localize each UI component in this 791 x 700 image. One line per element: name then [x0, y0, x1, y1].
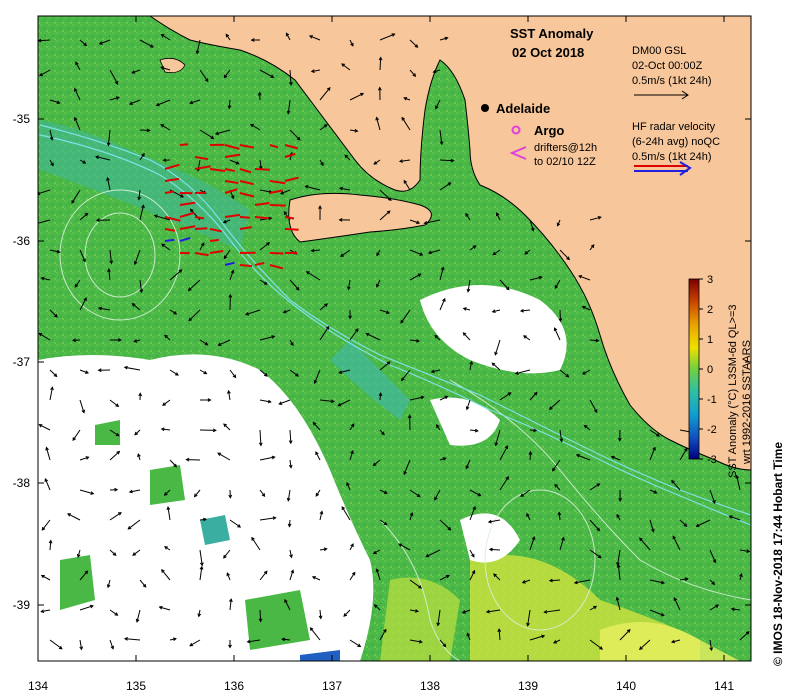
- gsl-legend-scale: 0.5m/s (1kt 24h): [632, 75, 711, 87]
- colorbar-tick-label: -3: [707, 454, 717, 466]
- hf-legend-title: HF radar velocity: [632, 121, 716, 133]
- colorbar-tick-label: 3: [707, 274, 713, 286]
- hf-radar-arrow: [179, 143, 189, 146]
- colorbar-reference: wrt 1992-2016 SSTAARS: [741, 340, 753, 465]
- adelaide-marker: [481, 104, 489, 112]
- colorbar: [688, 278, 700, 460]
- argo-label: Argo: [534, 123, 564, 138]
- hf-legend-scale: 0.5m/s (1kt 24h): [632, 151, 711, 163]
- x-tick-label: 141: [714, 679, 734, 693]
- hf-radar-arrow: [194, 216, 205, 220]
- colorbar-tick-label: 0: [707, 364, 713, 376]
- hf-radar-arrow: [284, 228, 299, 231]
- x-tick-label: 139: [518, 679, 538, 693]
- hf-radar-arrow: [239, 264, 253, 268]
- credit-text: © IMOS 18-Nov-2018 17:44 Hobart Time: [771, 442, 785, 666]
- x-tick-label: 138: [420, 679, 440, 693]
- hf-radar-arrow: [254, 168, 270, 171]
- hf-radar-arrow: [164, 238, 175, 242]
- hf-radar-arrow: [194, 227, 208, 230]
- hf-radar-arrow: [254, 216, 269, 220]
- colorbar-tick-label: 1: [707, 334, 713, 346]
- gsl-legend-time: 02-Oct 00:00Z: [632, 60, 703, 72]
- map-title: SST Anomaly: [510, 26, 594, 41]
- sst-anomaly-map: 134 135 136 137 138 139 140 141 -35 -36 -37 -38 -39…: [13, 15, 785, 693]
- hf-radar-arrow: [269, 204, 286, 207]
- colorbar-tick-label: -2: [707, 424, 717, 436]
- x-tick-label: 140: [616, 679, 636, 693]
- map-date: 02 Oct 2018: [512, 45, 584, 60]
- velocity-arrowhead: [35, 222, 38, 225]
- hf-radar-arrow: [209, 238, 219, 242]
- y-tick-label: -38: [13, 476, 31, 490]
- gsl-legend-title: DM00 GSL: [632, 45, 686, 57]
- map-plot-area: [35, 16, 751, 661]
- hf-legend-avg: (6-24h avg) noQC: [632, 136, 720, 148]
- hf-radar-arrow: [239, 216, 250, 219]
- warm-anomaly-west: [380, 577, 460, 661]
- y-tick-label: -36: [13, 234, 31, 248]
- sst-fragment: [150, 465, 185, 505]
- x-tick-label: 134: [28, 679, 48, 693]
- drifters-label: drifters@12h: [534, 142, 597, 154]
- adelaide-label: Adelaide: [496, 101, 550, 116]
- y-tick-label: -37: [13, 355, 31, 369]
- colorbar-label: SST Anomaly (°C) L3SM-6d QL>=3: [727, 304, 739, 478]
- y-tick-label: -39: [13, 598, 31, 612]
- y-tick-label: -35: [13, 112, 31, 126]
- x-tick-label: 137: [322, 679, 342, 693]
- colorbar-tick-label: -1: [707, 394, 717, 406]
- x-tick-label: 135: [126, 679, 146, 693]
- drifters-time-label: to 02/10 12Z: [534, 156, 596, 168]
- x-tick-label: 136: [224, 679, 244, 693]
- colorbar-tick-label: 2: [707, 304, 713, 316]
